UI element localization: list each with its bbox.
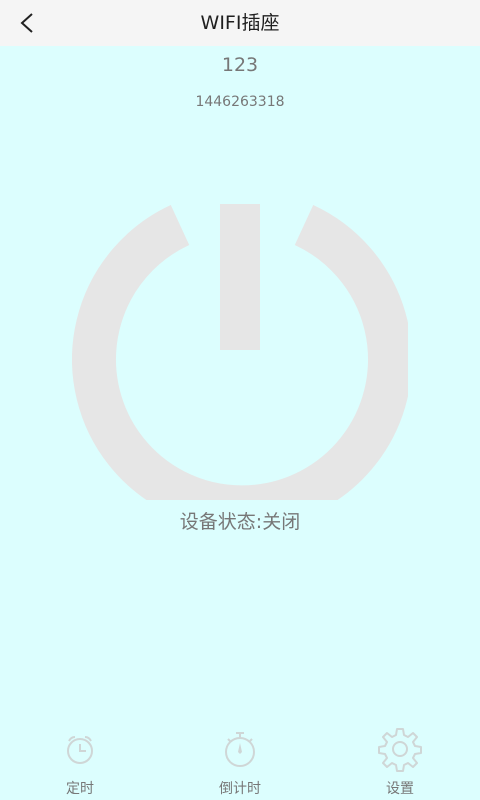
tab-settings[interactable]: 设置 xyxy=(340,720,460,800)
stopwatch-icon xyxy=(225,732,255,767)
tab-settings-label: 设置 xyxy=(386,781,414,797)
tab-timer-label: 定时 xyxy=(66,781,94,797)
device-status: 设备状态:关闭 xyxy=(0,507,480,534)
device-id: 1446263318 xyxy=(195,94,285,110)
page-title: WIFI插座 xyxy=(200,12,280,34)
app-header: WIFI插座 xyxy=(0,0,480,46)
chevron-left-icon xyxy=(20,13,33,33)
bottom-tab-bar: 定时 倒计时 设置 xyxy=(0,720,480,800)
alarm-clock-icon xyxy=(67,736,93,764)
status-value: 关闭 xyxy=(262,511,301,533)
power-icon xyxy=(72,204,412,530)
tab-countdown-label: 倒计时 xyxy=(219,781,261,797)
device-name: 123 xyxy=(221,54,259,76)
tab-countdown[interactable]: 倒计时 xyxy=(180,720,300,800)
status-label: 设备状态: xyxy=(179,511,263,533)
gear-icon xyxy=(378,728,422,772)
tab-timer[interactable]: 定时 xyxy=(20,720,140,800)
back-button[interactable] xyxy=(10,6,44,40)
power-toggle-button[interactable] xyxy=(72,200,412,530)
